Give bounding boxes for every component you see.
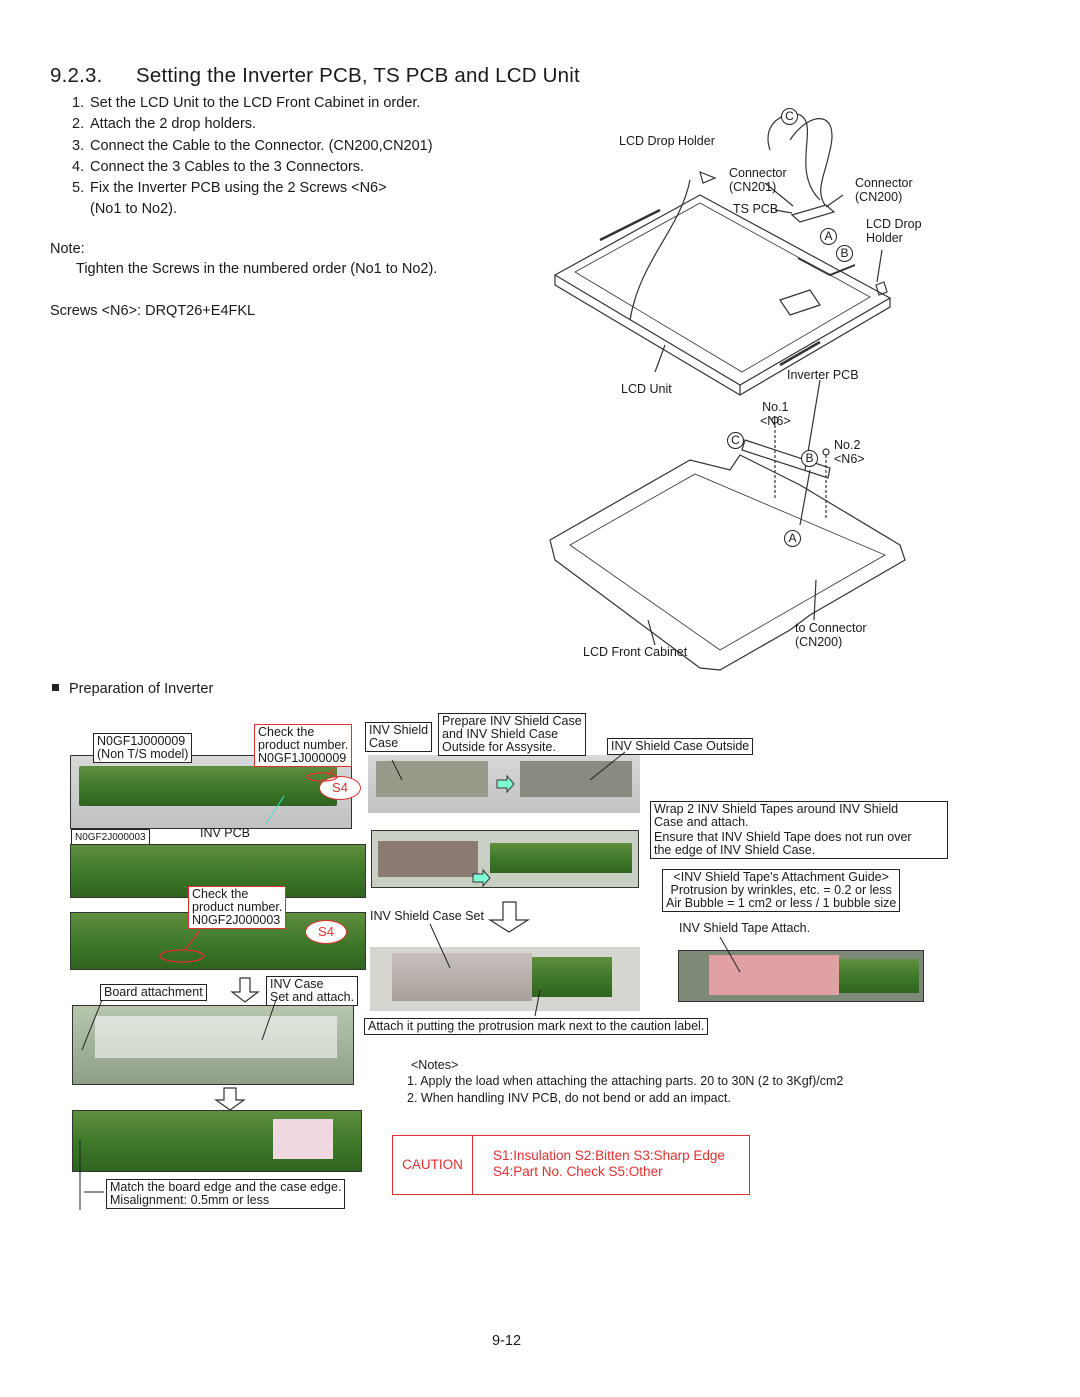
label-check-product-1: Check the product number. N0GF1J000009 (254, 724, 353, 767)
label-line: Connector (729, 166, 787, 180)
label-inverter-pcb: Inverter PCB (787, 368, 859, 382)
photo-inv-case (72, 1005, 354, 1085)
rail (779, 340, 821, 367)
photo-inv-shield-cases (368, 755, 640, 813)
ts-cable (789, 118, 833, 206)
shield-case-outside (520, 761, 632, 797)
photo-tape-attached (678, 950, 924, 1002)
preparation-heading-text: Preparation of Inverter (69, 681, 214, 697)
label-connector-cn200: Connector (CN200) (855, 176, 913, 204)
label-case-set: INV Shield Case Set (370, 909, 484, 923)
shield-case (392, 953, 532, 1001)
label-match-edge: Match the board edge and the case edge. … (106, 1179, 346, 1209)
marker-b: B (801, 450, 818, 467)
label-inv-pcb: INV PCB (200, 826, 251, 840)
label-line: Outside for Assysite. (442, 740, 556, 754)
label-line: N0GF1J000009 (258, 751, 347, 765)
page-number: 9-12 (492, 1333, 522, 1349)
label-inv-shield-case-outside: INV Shield Case Outside (607, 738, 754, 755)
down-arrow-icon (230, 977, 260, 1003)
label-line: Case (369, 736, 399, 750)
pcb-board (490, 843, 632, 873)
label-line: Set and attach. (270, 990, 355, 1004)
preparation-heading: Preparation of Inverter (52, 681, 213, 697)
caution-box: CAUTION S1:Insulation S2:Bitten S3:Sharp… (392, 1135, 750, 1195)
label-lcd-front-cabinet: LCD Front Cabinet (583, 645, 688, 659)
label-screw-no1: No.1 <N6> (760, 400, 791, 428)
marker-a: A (784, 530, 801, 547)
label-line: Case and attach. (654, 815, 749, 829)
shield-case (376, 761, 488, 797)
marker-a: A (820, 228, 837, 245)
caution-line: S1:Insulation S2:Bitten S3:Sharp Edge (493, 1148, 725, 1163)
label-wrap-instructions: Wrap 2 INV Shield Tapes around INV Shiel… (650, 801, 948, 859)
label-prepare: Prepare INV Shield Case and INV Shield C… (438, 713, 586, 756)
label-line: <N6> (834, 452, 865, 466)
caution-codes: S1:Insulation S2:Bitten S3:Sharp Edge S4… (493, 1148, 725, 1180)
marker-b: B (836, 245, 853, 262)
label-inv-shield-case: INV Shield Case (365, 722, 433, 752)
label-line: (CN200) (855, 190, 903, 204)
label-line: (CN200) (795, 635, 843, 649)
label-lcd-drop-holder-left: LCD Drop Holder (619, 134, 715, 148)
connector-plug (699, 170, 717, 184)
marker-c: C (727, 432, 744, 449)
label-line: Air Bubble = 1 cm2 or less / 1 bubble si… (666, 896, 897, 910)
label-line: Misalignment: 0.5mm or less (110, 1193, 270, 1207)
lcd-unit-diagram (549, 113, 906, 671)
down-arrow-icon (487, 901, 531, 933)
label-board-attachment: Board attachment (100, 984, 207, 1001)
case-shape (95, 1016, 337, 1058)
notes-item: 2. When handling INV PCB, do not bend or… (407, 1091, 731, 1105)
pcb-board (79, 766, 337, 806)
shield-tape (709, 955, 839, 995)
cable (629, 179, 691, 321)
label-line: N0GF2J000003 (192, 913, 281, 927)
label-line: the edge of INV Shield Case. (654, 843, 816, 857)
label-n0gf1: N0GF1J000009 (Non T/S model) (93, 733, 193, 763)
ts-pcb-shape (790, 204, 836, 223)
label-attach-mark: Attach it putting the protrusion mark ne… (364, 1018, 709, 1035)
pcb-board (839, 959, 919, 993)
label-connector-cn201: Connector (CN201) (729, 166, 787, 194)
caution-label-sticker (273, 1119, 333, 1159)
s4-badge: S4 (305, 920, 347, 944)
notes-heading: <Notes> (411, 1058, 459, 1072)
photo-inv-assembled (72, 1110, 362, 1172)
down-arrow-icon (214, 1087, 246, 1111)
label-line: Connector (855, 176, 913, 190)
caution-line: S4:Part No. Check S5:Other (493, 1164, 663, 1179)
label-line: LCD Drop (866, 217, 922, 231)
photo-case-set (370, 947, 640, 1011)
bullet-square-icon (52, 684, 59, 691)
label-line: No.2 (834, 438, 861, 452)
label-to-connector: to Connector (CN200) (795, 621, 867, 649)
label-line: (CN201) (729, 180, 777, 194)
label-line: No.1 (762, 400, 789, 414)
shield-case (378, 841, 478, 877)
s4-badge: S4 (319, 776, 361, 800)
label-check-product-2: Check the product number. N0GF2J000003 (188, 886, 287, 929)
rail (599, 208, 661, 242)
label-line: (Non T/S model) (97, 747, 189, 761)
label-attachment-guide: <INV Shield Tape's Attachment Guide> Pro… (662, 869, 901, 912)
caution-label: CAUTION (393, 1136, 473, 1194)
label-lcd-drop-holder-right: LCD Drop Holder (866, 217, 922, 245)
pcb-board (532, 957, 612, 997)
label-tape-attach: INV Shield Tape Attach. (679, 921, 811, 935)
marker-c: C (781, 108, 798, 125)
label-lcd-unit: LCD Unit (621, 382, 672, 396)
photo-shield-and-pcb (371, 830, 639, 888)
inverter-pad (779, 289, 821, 316)
lcd-unit-edge (554, 275, 741, 397)
label-screw-no2: No.2 <N6> (834, 438, 865, 466)
label-ts-pcb: TS PCB (733, 202, 779, 216)
label-line: <N6> (760, 414, 791, 428)
label-inv-case: INV Case Set and attach. (266, 976, 359, 1006)
label-line: Holder (866, 231, 903, 245)
label-line: to Connector (795, 621, 867, 635)
notes-item: 1. Apply the load when attaching the att… (407, 1074, 844, 1088)
